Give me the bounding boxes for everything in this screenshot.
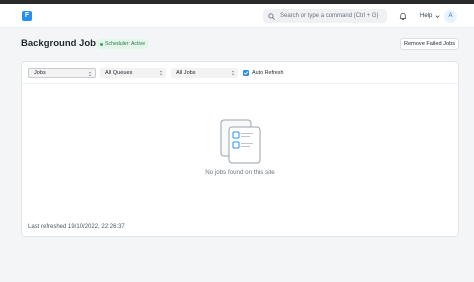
chevron-updown-icon (88, 71, 92, 77)
status-badge-label: Scheduler: Active (105, 41, 146, 47)
job-type-value: Jobs (34, 70, 46, 76)
jobs-card: Jobs All Queues All Jobs Auto Refresh No… (21, 61, 459, 237)
search-bar[interactable]: Search or type a command (Ctrl + G) (263, 9, 387, 23)
filter-bar: Jobs All Queues All Jobs Auto Refresh (22, 62, 458, 84)
search-icon (268, 12, 275, 20)
page-title: Background Jobs (21, 38, 102, 49)
empty-state-message: No jobs found on this site (205, 169, 275, 176)
checkmark-icon (243, 71, 249, 75)
app-logo[interactable]: F (22, 11, 32, 21)
auto-refresh-label[interactable]: Auto Refresh (252, 70, 283, 76)
last-refreshed-text: Last refreshed 19/10/2022, 22:26:37 (28, 224, 125, 230)
help-label: Help (420, 13, 433, 19)
search-input[interactable]: Search or type a command (Ctrl + G) (280, 13, 379, 19)
empty-list-icon (220, 119, 261, 164)
status-value: All Jobs (176, 70, 196, 76)
chevron-down-icon (435, 14, 440, 18)
status-badge: Scheduler: Active (96, 39, 150, 49)
status-select[interactable]: All Jobs (171, 68, 238, 78)
avatar[interactable]: A (444, 10, 457, 23)
remove-failed-jobs-button[interactable]: Remove Failed Jobs (400, 38, 459, 50)
auto-refresh-checkbox[interactable] (243, 70, 249, 76)
status-dot-icon (100, 42, 103, 46)
navbar: F Search or type a command (Ctrl + G) He… (0, 4, 474, 28)
job-type-select[interactable]: Jobs (28, 68, 96, 78)
bell-icon[interactable] (399, 12, 407, 20)
chevron-updown-icon (159, 70, 163, 76)
queue-select[interactable]: All Queues (100, 68, 166, 78)
chevron-updown-icon (231, 70, 235, 76)
queue-value: All Queues (105, 70, 133, 76)
help-menu[interactable]: Help (420, 13, 440, 19)
